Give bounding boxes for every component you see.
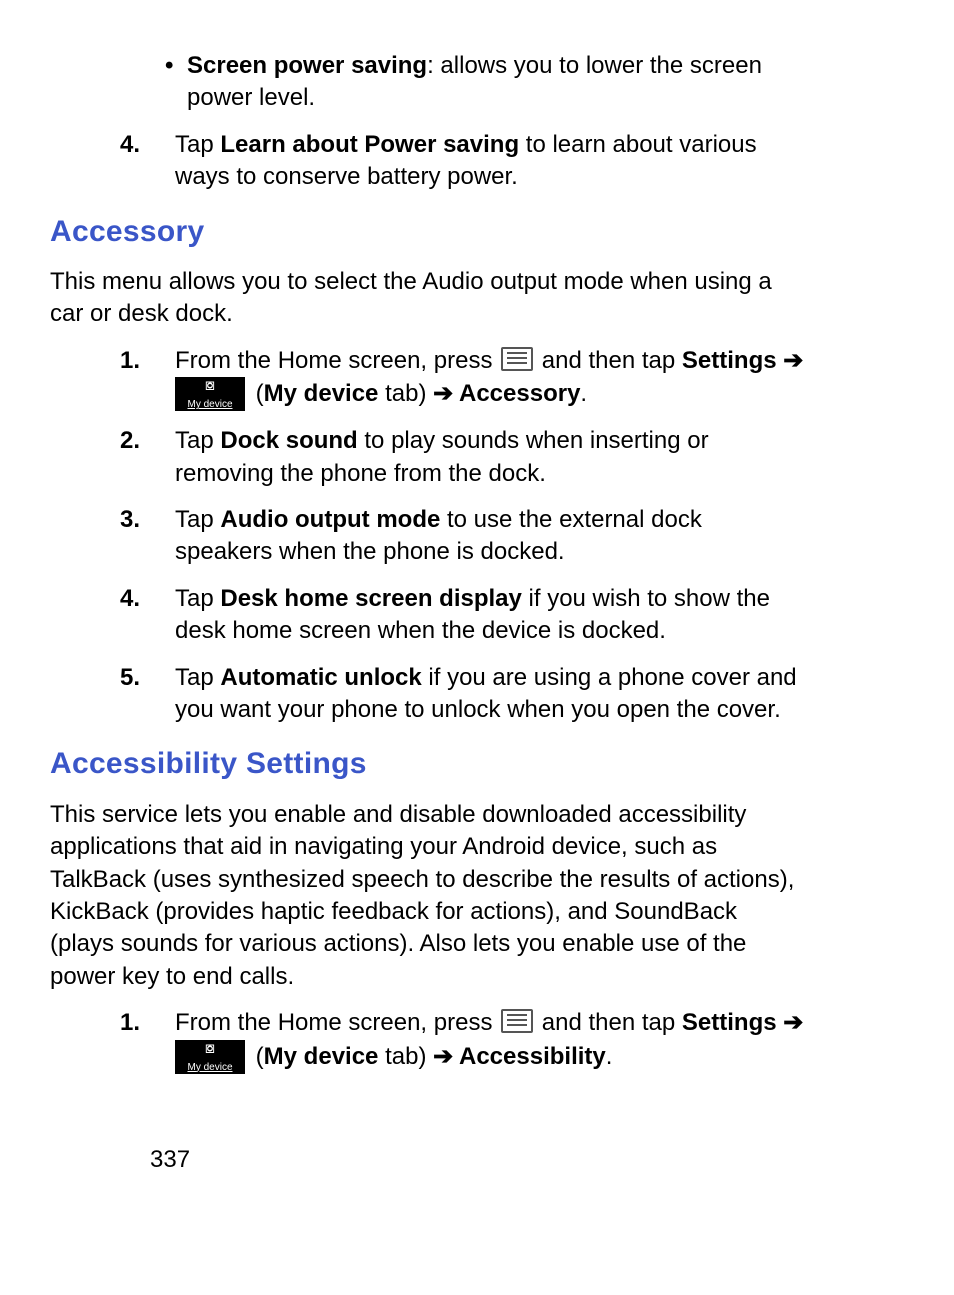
- step-number: 4.: [120, 583, 175, 648]
- step-number: 4.: [120, 129, 175, 194]
- numbered-step: 1. From the Home screen, press and then …: [120, 345, 804, 411]
- t: Tap: [175, 664, 220, 691]
- t: Automatic unlock: [220, 664, 421, 691]
- accessory-intro: This menu allows you to select the Audio…: [50, 266, 804, 331]
- t: (: [249, 380, 264, 407]
- bullet-text: Screen power saving: allows you to lower…: [187, 50, 804, 115]
- step-text: From the Home screen, press and then tap…: [175, 1007, 804, 1073]
- step-number: 1.: [120, 1007, 175, 1073]
- arrow-icon: ➔: [777, 1009, 804, 1036]
- numbered-step: 2. Tap Dock sound to play sounds when in…: [120, 425, 804, 490]
- step-number: 5.: [120, 662, 175, 727]
- t: Accessory: [459, 380, 580, 407]
- t: From the Home screen, press: [175, 347, 499, 374]
- numbered-step: 5. Tap Automatic unlock if you are using…: [120, 662, 804, 727]
- t: and then tap: [535, 1009, 682, 1036]
- arrow-icon: ➔: [433, 380, 459, 407]
- t: .: [580, 380, 587, 407]
- numbered-step: 1. From the Home screen, press and then …: [120, 1007, 804, 1073]
- t: Tap: [175, 427, 220, 454]
- bullet-dot: •: [165, 50, 187, 115]
- t: .: [606, 1043, 613, 1070]
- numbered-step: 4. Tap Desk home screen display if you w…: [120, 583, 804, 648]
- bullet-term: Screen power saving: [187, 52, 427, 79]
- step-number: 1.: [120, 345, 175, 411]
- page-number: 337: [150, 1144, 804, 1176]
- step-text: From the Home screen, press and then tap…: [175, 345, 804, 411]
- menu-icon: [501, 1009, 533, 1033]
- numbered-step: 4. Tap Learn about Power saving to learn…: [120, 129, 804, 194]
- step-number: 2.: [120, 425, 175, 490]
- t: tab): [378, 380, 433, 407]
- t: Tap: [175, 131, 220, 158]
- t: Settings: [682, 1009, 777, 1036]
- step-text: Tap Desk home screen display if you wish…: [175, 583, 804, 648]
- step-text: Tap Learn about Power saving to learn ab…: [175, 129, 804, 194]
- section-heading-accessibility: Accessibility Settings: [50, 744, 804, 785]
- my-device-icon: ⧇My device: [175, 377, 245, 411]
- numbered-step: 3. Tap Audio output mode to use the exte…: [120, 504, 804, 569]
- t: My device: [264, 1043, 379, 1070]
- menu-icon: [501, 347, 533, 371]
- t: Accessibility: [459, 1043, 606, 1070]
- t: Dock sound: [220, 427, 357, 454]
- step-text: Tap Dock sound to play sounds when inser…: [175, 425, 804, 490]
- t: Tap: [175, 585, 220, 612]
- t: tab): [378, 1043, 433, 1070]
- t: My device: [264, 380, 379, 407]
- step-text: Tap Audio output mode to use the externa…: [175, 504, 804, 569]
- my-device-icon: ⧇My device: [175, 1040, 245, 1074]
- t: and then tap: [535, 347, 682, 374]
- step-text: Tap Automatic unlock if you are using a …: [175, 662, 804, 727]
- step-number: 3.: [120, 504, 175, 569]
- t: Settings: [682, 347, 777, 374]
- t: Desk home screen display: [220, 585, 521, 612]
- bullet-item: • Screen power saving: allows you to low…: [165, 50, 804, 115]
- accessibility-intro: This service lets you enable and disable…: [50, 799, 804, 993]
- t: Learn about Power saving: [220, 131, 519, 158]
- t: Tap: [175, 506, 220, 533]
- t: (: [249, 1043, 264, 1070]
- arrow-icon: ➔: [433, 1043, 459, 1070]
- section-heading-accessory: Accessory: [50, 212, 804, 253]
- arrow-icon: ➔: [777, 347, 804, 374]
- t: From the Home screen, press: [175, 1009, 499, 1036]
- t: Audio output mode: [220, 506, 440, 533]
